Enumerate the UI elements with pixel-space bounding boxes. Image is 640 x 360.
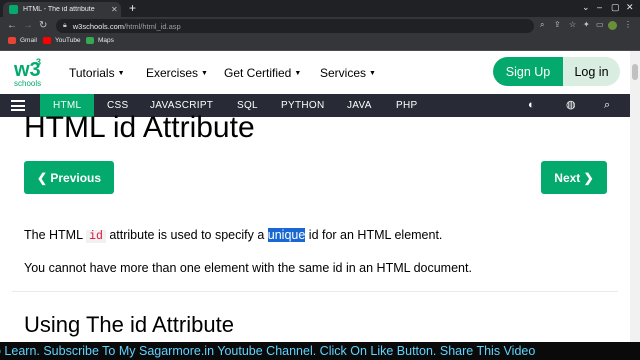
inline-code-id: id xyxy=(86,230,106,243)
signup-button[interactable]: Sign Up xyxy=(493,57,563,86)
intro-paragraph: The HTML id attribute is used to specify… xyxy=(24,228,443,243)
tab-search-icon[interactable]: ⌄ xyxy=(582,2,590,13)
bookmark-gmail[interactable]: Gmail xyxy=(8,37,37,44)
restore-icon[interactable]: ▢ xyxy=(611,2,620,13)
bookmarks-bar: Gmail YouTube Maps xyxy=(0,35,640,51)
w3schools-favicon-icon xyxy=(9,5,18,14)
logo-sup: 3 xyxy=(36,57,41,67)
forward-icon[interactable]: → xyxy=(23,19,33,32)
caret-down-icon: ▼ xyxy=(294,69,302,77)
caret-down-icon: ▼ xyxy=(369,69,376,77)
lang-php[interactable]: PHP xyxy=(396,94,417,117)
page-title: HTML id Attribute xyxy=(24,111,255,144)
next-button[interactable]: Next ❯ xyxy=(541,161,607,194)
browser-tab[interactable]: HTML - The id attribute ✕ xyxy=(3,2,121,17)
scrollbar-thumb[interactable] xyxy=(632,64,638,80)
reload-icon[interactable]: ↻ xyxy=(39,19,47,32)
logo-sub: schools xyxy=(14,79,41,88)
minimize-icon[interactable]: – xyxy=(597,2,602,12)
lang-java[interactable]: JAVA xyxy=(347,94,372,117)
share-icon[interactable]: ⇪ xyxy=(554,20,561,29)
selected-text[interactable]: unique xyxy=(267,228,306,242)
menu-get-certified[interactable]: Get Certified ▼ xyxy=(224,66,301,80)
site-top-nav: w3 3 schools Tutorials ▼ Exercises ▼ Get C… xyxy=(0,51,630,94)
search-icon[interactable]: ⌕ xyxy=(604,99,610,112)
lock-icon: 🔒︎ xyxy=(63,22,67,29)
page-scrollbar[interactable] xyxy=(630,51,640,342)
second-paragraph: You cannot have more than one element wi… xyxy=(24,261,472,275)
dark-mode-icon[interactable]: ◐ xyxy=(528,99,535,112)
url-omnibox[interactable]: 🔒︎ w3schools.com/html/html_id.asp xyxy=(56,19,534,33)
zoom-icon[interactable]: ⌕ xyxy=(540,20,544,30)
gmail-icon xyxy=(8,37,16,44)
menu-tutorials[interactable]: Tutorials ▼ xyxy=(69,66,125,80)
maps-icon xyxy=(86,37,94,44)
section-divider xyxy=(12,291,618,292)
login-button[interactable]: Log in xyxy=(563,57,620,86)
section-heading: Using The id Attribute xyxy=(24,312,234,337)
caret-down-icon: ▼ xyxy=(201,69,208,77)
menu-exercises[interactable]: Exercises ▼ xyxy=(146,66,208,80)
tab-title: HTML - The id attribute xyxy=(23,6,95,13)
new-tab-button[interactable]: + xyxy=(129,1,136,15)
back-icon[interactable]: ← xyxy=(7,19,17,32)
lang-python[interactable]: PYTHON xyxy=(281,94,324,117)
w3schools-logo[interactable]: w3 3 schools xyxy=(13,55,47,89)
close-window-icon[interactable]: ✕ xyxy=(626,2,634,13)
hamburger-menu-icon[interactable] xyxy=(11,100,25,111)
previous-button[interactable]: ❮ Previous xyxy=(24,161,114,194)
caret-down-icon: ▼ xyxy=(117,69,125,77)
url-text: w3schools.com/html/html_id.asp xyxy=(72,21,181,31)
video-ticker-overlay: o Learn. Subscribe To My Sagarmore.in Yo… xyxy=(0,342,640,360)
sidebar-icon[interactable]: ▭ xyxy=(596,20,604,29)
bookmark-maps[interactable]: Maps xyxy=(86,37,114,44)
extensions-icon[interactable]: ✦ xyxy=(583,20,590,29)
youtube-icon xyxy=(43,37,51,44)
address-bar-row: ← → ↻ 🔒︎ w3schools.com/html/html_id.asp … xyxy=(0,17,640,35)
bookmark-youtube[interactable]: YouTube xyxy=(43,37,81,44)
chrome-menu-icon[interactable]: ⋮ xyxy=(624,20,632,29)
globe-icon[interactable]: ◍ xyxy=(566,99,576,112)
bookmark-star-icon[interactable]: ☆ xyxy=(569,20,576,29)
tab-close-icon[interactable]: ✕ xyxy=(111,5,118,14)
profile-avatar[interactable] xyxy=(608,21,617,30)
browser-tab-bar: HTML - The id attribute ✕ + ⌄ – ▢ ✕ xyxy=(0,0,640,17)
menu-services[interactable]: Services ▼ xyxy=(320,66,376,80)
ticker-text: o Learn. Subscribe To My Sagarmore.in Yo… xyxy=(0,344,536,358)
